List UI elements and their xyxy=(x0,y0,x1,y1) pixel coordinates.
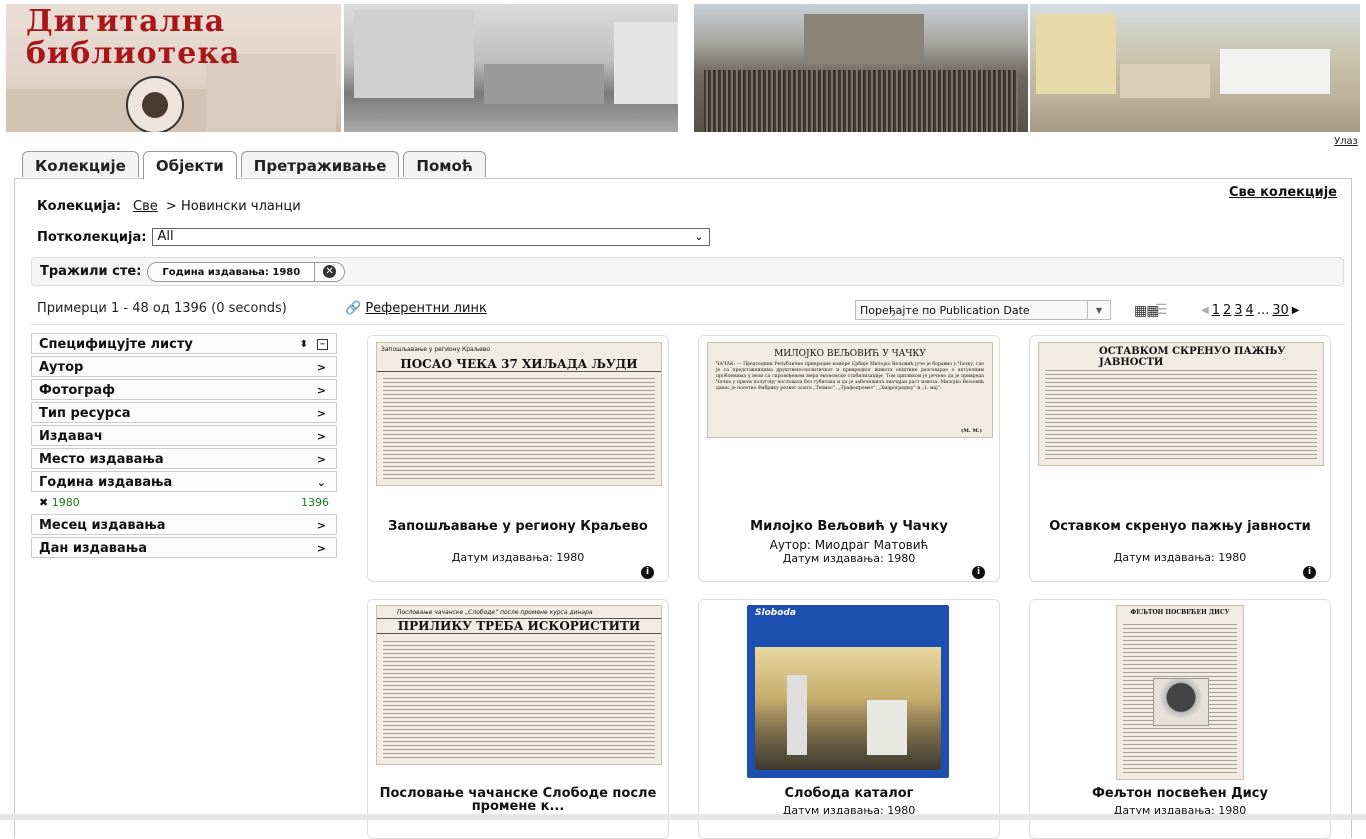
site-title: Дигитална библиотека xyxy=(26,4,241,71)
reference-link[interactable]: 🔗 Референтни линк xyxy=(345,301,487,316)
result-card[interactable]: ОСТАВКОМ СКРЕНУО ПАЖЊУ ЈАВНОСТИ Оставком… xyxy=(1029,335,1331,582)
subcollection-label: Потколекција: xyxy=(37,229,147,245)
facet-year[interactable]: Година издавања ⌄ xyxy=(31,471,337,492)
card-title[interactable]: Оставком скренуо пажњу јавности xyxy=(1040,520,1320,533)
card-title[interactable]: Фељтон посвећен Дису xyxy=(1040,787,1320,800)
tab-search[interactable]: Претраживање xyxy=(240,151,400,177)
banner-photo-street xyxy=(344,4,678,132)
remove-filter-icon: ✕ xyxy=(323,265,337,278)
all-collections-link[interactable]: Све колекције xyxy=(1229,185,1337,200)
sort-icon[interactable]: ⬍ xyxy=(300,334,308,355)
chevron-right-icon: > xyxy=(316,407,326,420)
card-author: Аутор: Миодраг Матовић xyxy=(769,538,929,552)
card-thumbnail[interactable]: ОСТАВКОМ СКРЕНУО ПАЖЊУ ЈАВНОСТИ xyxy=(1038,342,1324,466)
chevron-right-icon: > xyxy=(316,542,326,555)
divider xyxy=(31,324,1345,325)
collection-current: Новински чланци xyxy=(180,199,301,214)
tab-help[interactable]: Помоћ xyxy=(403,151,486,177)
page-link-2[interactable]: 2 xyxy=(1223,303,1231,318)
banner-photo-square xyxy=(1030,4,1360,132)
next-page-icon[interactable]: ▶ xyxy=(1292,305,1300,316)
active-filters-bar: Тражили сте: Година издавања: 1980 ✕ xyxy=(31,257,1344,286)
card-title[interactable]: Милојко Вељовић у Чачку xyxy=(709,520,989,533)
seal-logo xyxy=(126,76,184,132)
bottom-scroll-edge xyxy=(0,814,1366,820)
card-thumbnail[interactable]: Sloboda xyxy=(747,605,949,778)
card-thumbnail[interactable]: ФЕЉТОН ПОСВЕЋЕН ДИСУ xyxy=(1116,605,1244,780)
chevron-down-icon: ⌄ xyxy=(694,230,704,243)
main-panel: Све колекције Колекција: Све > Новински … xyxy=(14,178,1352,839)
result-card[interactable]: ФЕЉТОН ПОСВЕЋЕН ДИСУ Фељтон посвећен Дис… xyxy=(1029,599,1331,839)
facet-year-value[interactable]: ✖ 1980 1396 xyxy=(31,494,337,512)
info-icon[interactable]: i xyxy=(1303,566,1316,579)
breadcrumb-separator: > xyxy=(165,199,177,214)
banner-photo-crowd xyxy=(694,4,1028,132)
card-thumbnail[interactable]: Запошљавање у региону Краљево ПОСАО ЧЕКА… xyxy=(376,342,662,486)
banner-panel-title: Дигитална библиотека xyxy=(6,4,341,132)
card-title[interactable]: Пословање чачанске Слободе после промене… xyxy=(378,787,658,813)
searched-label: Тражили сте: xyxy=(40,264,142,279)
chevron-right-icon: > xyxy=(316,430,326,443)
remove-value-icon[interactable]: ✖ xyxy=(39,496,48,509)
remove-filter-button[interactable]: ✕ xyxy=(315,261,346,282)
pagination: ◀ 1 2 3 4 ... 30 ▶ xyxy=(1201,303,1299,318)
info-icon[interactable]: i xyxy=(641,566,654,579)
page-link-3[interactable]: 3 xyxy=(1234,303,1242,318)
info-icon[interactable]: i xyxy=(972,566,985,579)
results-summary: Примерци 1 - 48 од 1396 (0 seconds) xyxy=(37,301,287,316)
chevron-right-icon: > xyxy=(316,453,326,466)
page-link-4[interactable]: 4 xyxy=(1246,303,1254,318)
facet-author[interactable]: Аутор > xyxy=(31,356,337,377)
tab-collections[interactable]: Колекције xyxy=(22,151,139,177)
card-date: Датум издавања: 1980 xyxy=(451,551,585,564)
subcollection-row: Потколекција: All ⌄ xyxy=(37,228,711,246)
facet-photographer[interactable]: Фотограф > xyxy=(31,379,337,400)
collection-breadcrumb: Колекција: Све > Новински чланци xyxy=(37,199,301,214)
facet-publisher[interactable]: Издавач > xyxy=(31,425,337,446)
card-thumbnail[interactable]: МИЛОЈКО ВЕЉОВИЋ У ЧАЧКУ ЧАЧАК: — Председ… xyxy=(707,342,993,438)
card-title[interactable]: Слобода каталог xyxy=(709,787,989,800)
main-tabs: Колекције Објекти Претраживање Помоћ xyxy=(22,151,486,179)
result-card[interactable]: Запошљавање у региону Краљево ПОСАО ЧЕКА… xyxy=(367,335,669,582)
list-view-icon[interactable]: ☰ xyxy=(1155,302,1168,318)
facet-header[interactable]: Специфицујте листу ⬍ − xyxy=(31,333,337,354)
chevron-right-icon: > xyxy=(316,519,326,532)
exit-link[interactable]: Улаз xyxy=(1334,136,1358,147)
filter-chip: Година издавања: 1980 xyxy=(147,261,316,282)
collection-label: Колекција: xyxy=(37,199,121,214)
result-card[interactable]: Пословање чачанске „Слободе“ после проме… xyxy=(367,599,669,839)
facet-resource-type[interactable]: Тип ресурса > xyxy=(31,402,337,423)
facet-day[interactable]: Дан издавања > xyxy=(31,537,337,558)
page-link-last[interactable]: 30 xyxy=(1272,303,1289,318)
card-date: Датум издавања: 1980 xyxy=(782,552,916,565)
header-banner: Дигитална библиотека xyxy=(6,4,1360,132)
result-card[interactable]: МИЛОЈКО ВЕЉОВИЋ У ЧАЧКУ ЧАЧАК: — Председ… xyxy=(698,335,1000,582)
collection-all-link[interactable]: Све xyxy=(133,199,158,214)
page-ellipsis: ... xyxy=(1256,303,1270,318)
sort-arrow-icon: ▼ xyxy=(1087,301,1110,319)
result-card[interactable]: Sloboda Слобода каталог Датум издавања: … xyxy=(698,599,1000,839)
collapse-icon[interactable]: − xyxy=(317,339,328,350)
tab-objects[interactable]: Објекти xyxy=(142,151,237,179)
card-date: Датум издавања: 1980 xyxy=(1113,551,1247,564)
facet-place[interactable]: Место издавања > xyxy=(31,448,337,469)
card-title[interactable]: Запошљавање у региону Краљево xyxy=(378,520,658,533)
chevron-right-icon: > xyxy=(316,384,326,397)
subcollection-select[interactable]: All ⌄ xyxy=(152,228,711,246)
facet-month[interactable]: Месец издавања > xyxy=(31,514,337,535)
card-thumbnail[interactable]: Пословање чачанске „Слободе“ после проме… xyxy=(376,605,662,765)
page-link-1[interactable]: 1 xyxy=(1212,303,1220,318)
facet-sidebar: Специфицујте листу ⬍ − Аутор > Фотограф > … xyxy=(31,333,337,560)
chevron-right-icon: > xyxy=(316,361,326,374)
link-icon: 🔗 xyxy=(345,301,362,316)
prev-page-icon: ◀ xyxy=(1201,305,1209,316)
chevron-down-icon: ⌄ xyxy=(316,476,326,489)
sort-select[interactable]: Поређајте по Publication Date ▼ xyxy=(855,300,1111,320)
